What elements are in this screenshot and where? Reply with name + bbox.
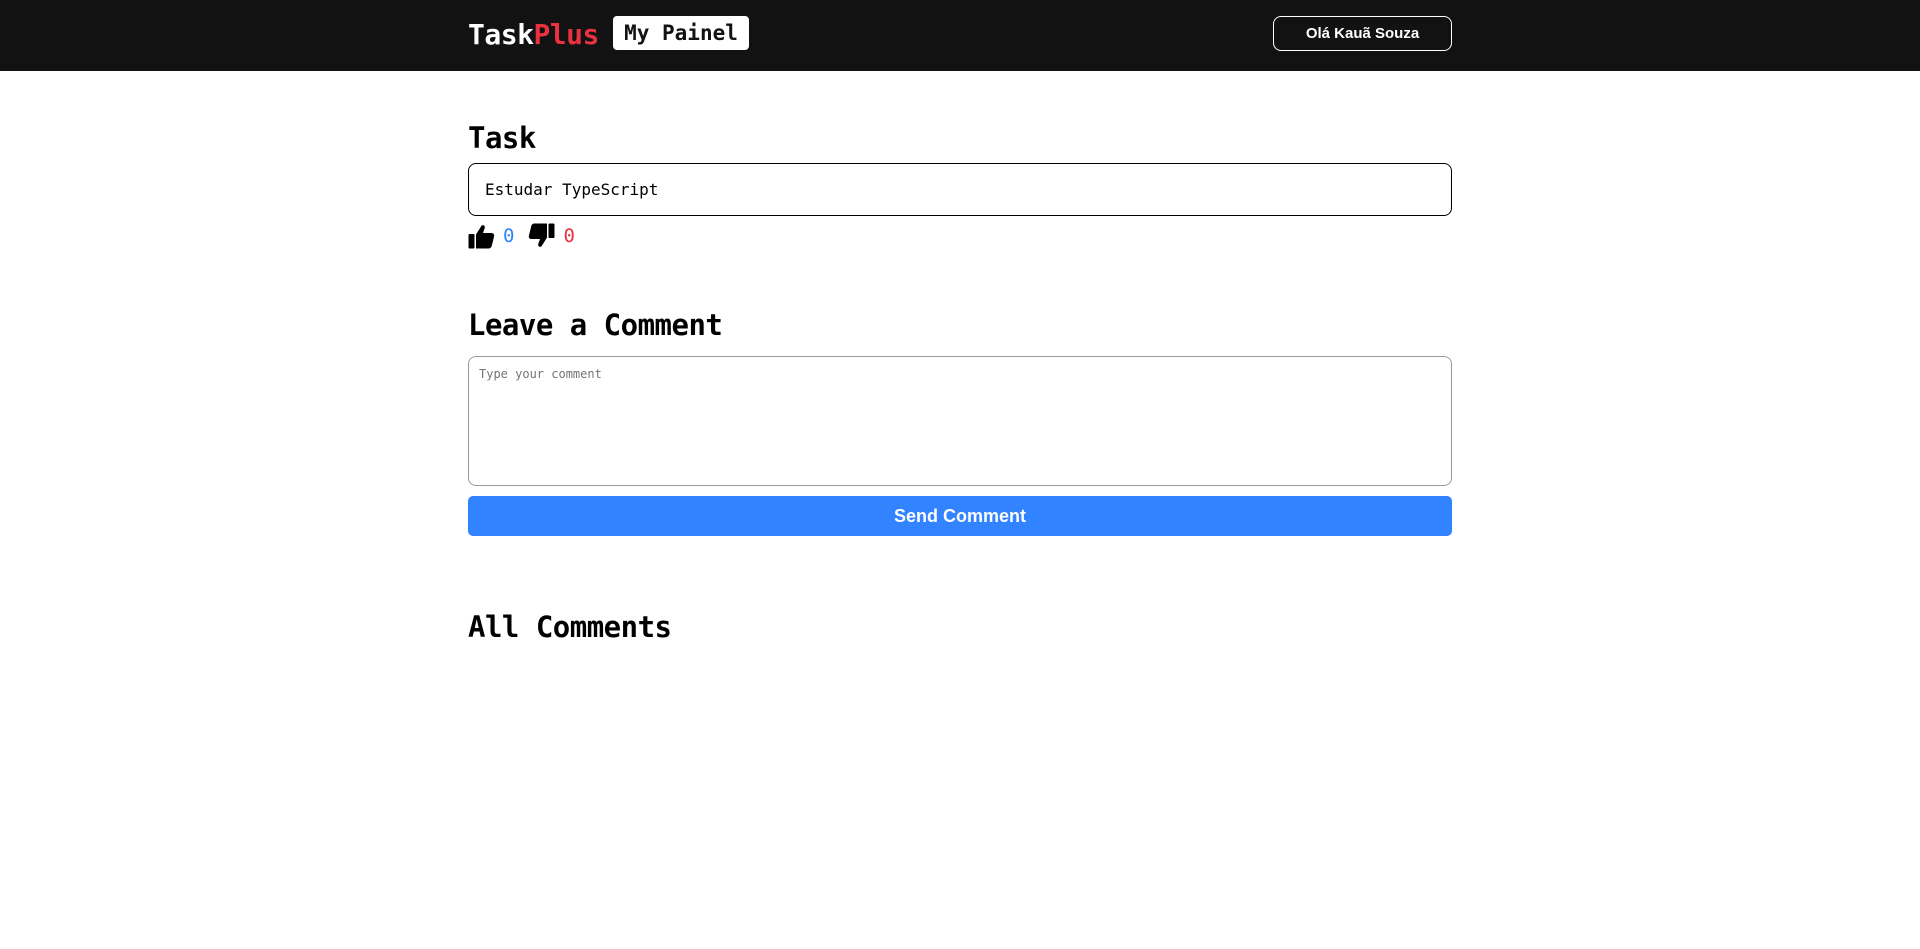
all-comments-heading: All Comments (468, 610, 672, 644)
send-comment-button[interactable]: Send Comment (468, 496, 1452, 536)
thumbs-down-icon (528, 223, 555, 249)
user-account-button[interactable]: Olá Kauã Souza (1273, 16, 1452, 51)
leave-comment-heading: Leave a Comment (468, 308, 723, 342)
like-count: 0 (503, 225, 515, 247)
task-text: Estudar TypeScript (485, 180, 659, 199)
app-logo[interactable]: Task Plus (468, 14, 599, 54)
task-heading: Task (468, 121, 536, 155)
header-inner: Task Plus My Painel Olá Kauã Souza (468, 0, 1452, 71)
vote-bar: 0 0 (468, 221, 589, 251)
thumbs-up-icon (468, 223, 495, 249)
dislike-button[interactable]: 0 (528, 223, 575, 249)
comment-input[interactable] (468, 356, 1452, 486)
logo-text-main: Task (468, 17, 534, 51)
like-button[interactable]: 0 (468, 223, 514, 249)
top-header: Task Plus My Painel Olá Kauã Souza (0, 0, 1920, 71)
logo-text-accent: Plus (533, 17, 599, 51)
task-text-box: Estudar TypeScript (468, 163, 1452, 216)
dislike-count: 0 (563, 225, 575, 247)
my-panel-link[interactable]: My Painel (613, 16, 749, 50)
